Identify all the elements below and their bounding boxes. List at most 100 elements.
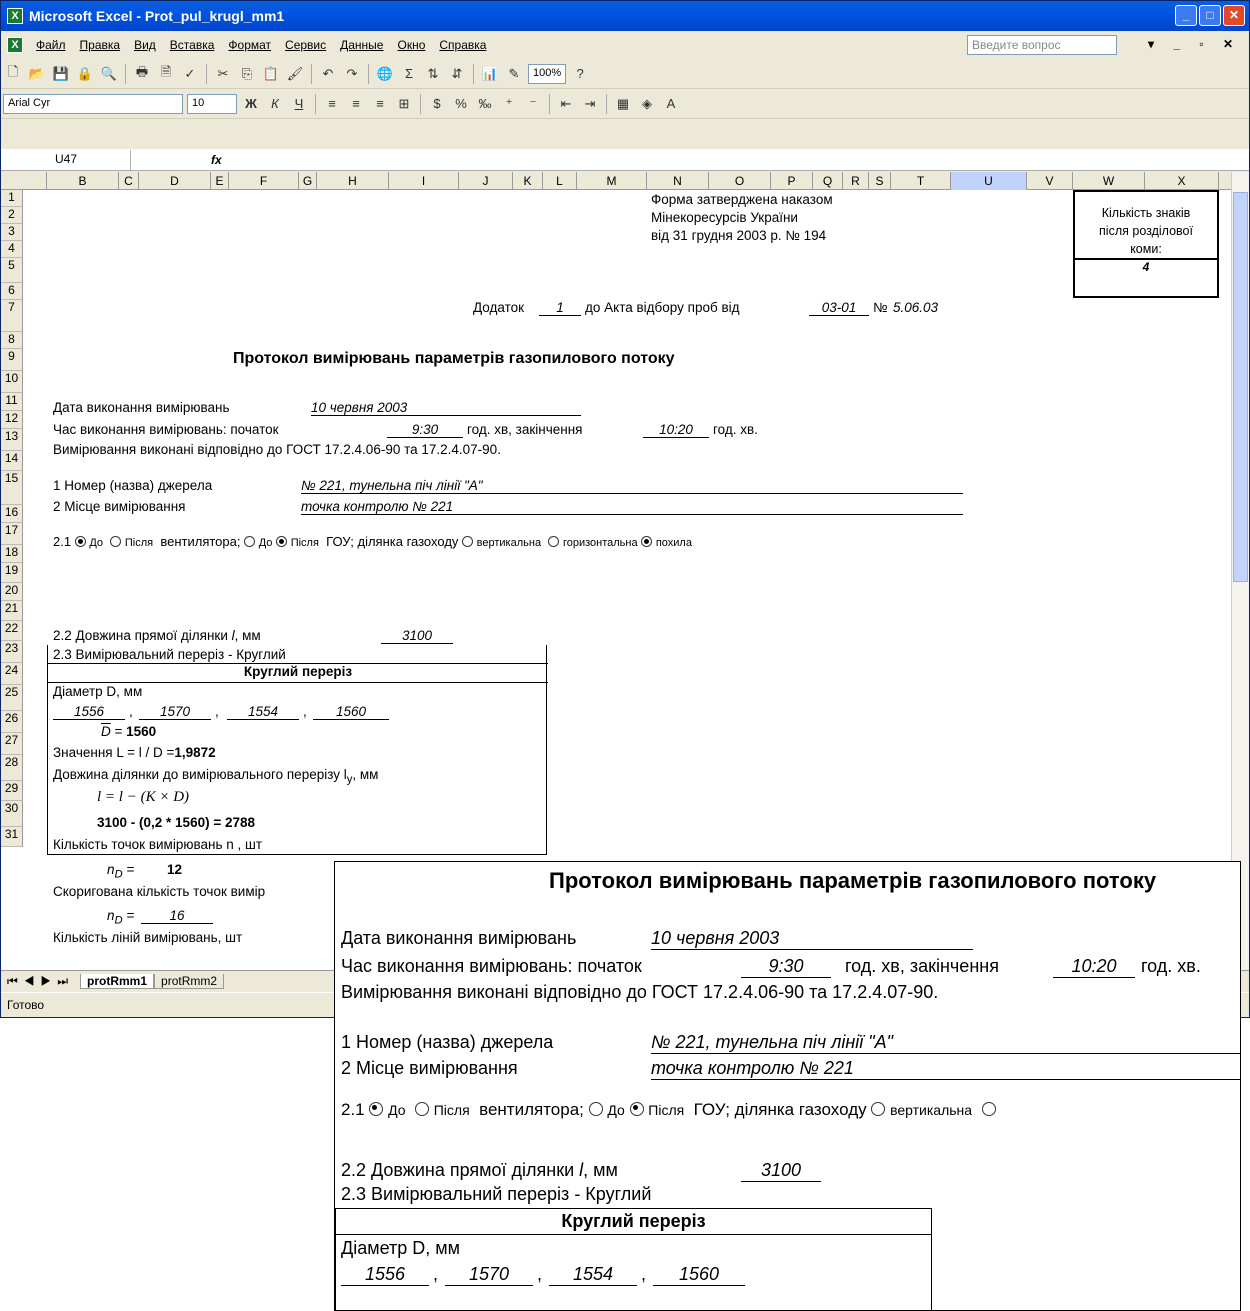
chart-icon[interactable]: 📊 [480,64,500,84]
col-r[interactable]: R [843,172,869,190]
paste-icon[interactable]: 📋 [261,64,281,84]
row-header[interactable]: 11 [1,393,23,411]
col-s[interactable]: S [869,172,891,190]
source-value[interactable]: № 221, тунельна піч лінії "А" [301,478,963,494]
row-header[interactable]: 9 [1,349,23,371]
fx-icon[interactable]: fx [211,153,222,167]
name-box[interactable]: U47 [1,149,131,170]
act-date[interactable]: 03-01 [809,300,869,316]
radio-inclined[interactable] [641,536,653,547]
col-w[interactable]: W [1073,172,1145,190]
format-painter-icon[interactable]: 🖌 [285,64,305,84]
save-icon[interactable]: 💾 [51,64,71,84]
addendum-number[interactable]: 1 [539,300,581,316]
diameter-3[interactable]: 1554 [227,704,299,720]
row-header[interactable]: 3 [1,224,23,241]
ask-question-input[interactable]: Введите вопрос [967,35,1117,55]
radio-vertical[interactable] [462,536,474,547]
borders-icon[interactable]: ▦ [613,94,633,114]
tab-protrmm2[interactable]: protRmm2 [154,974,225,989]
bold-icon[interactable]: Ж [241,94,261,114]
diameter-4[interactable]: 1560 [313,704,389,720]
col-o[interactable]: O [709,172,771,190]
zoom-length-value[interactable]: 3100 [741,1160,821,1182]
menu-window[interactable]: Окно [397,38,425,52]
sort-desc-icon[interactable]: ⇵ [447,64,467,84]
hyperlink-icon[interactable]: 🌐 [375,64,395,84]
align-center-icon[interactable]: ≡ [346,94,366,114]
research-icon[interactable]: 🔍 [99,64,119,84]
currency-icon[interactable]: $ [427,94,447,114]
drawing-icon[interactable]: ✎ [504,64,524,84]
help-icon[interactable]: ? [570,64,590,84]
row-header[interactable]: 28 [1,755,23,781]
align-left-icon[interactable]: ≡ [322,94,342,114]
undo-icon[interactable]: ↶ [318,64,338,84]
row-header[interactable]: 2 [1,207,23,224]
radio-before-gou[interactable] [244,536,256,547]
length-value[interactable]: 3100 [381,628,453,644]
sort-asc-icon[interactable]: ⇅ [423,64,443,84]
size-select[interactable]: 10 [187,93,237,114]
row-header[interactable]: 4 [1,241,23,258]
row-header[interactable]: 25 [1,685,23,711]
permission-icon[interactable]: 🔒 [75,64,95,84]
zoom-radio-horizontal[interactable] [981,1102,996,1116]
col-k[interactable]: K [513,172,543,190]
autosum-icon[interactable]: Σ [399,64,419,84]
thousands-icon[interactable]: ‰ [475,94,495,114]
zoom-place-value[interactable]: точка контролю № 221 [651,1058,1240,1080]
row-header[interactable]: 27 [1,733,23,755]
row-header[interactable]: 30 [1,801,23,827]
col-u[interactable]: U [951,172,1027,190]
print-preview-icon[interactable]: 🗎 [156,64,176,84]
diameter-1[interactable]: 1556 [53,704,125,720]
increase-decimal-icon[interactable]: ⁺ [499,94,519,114]
italic-icon[interactable]: К [265,94,285,114]
col-j[interactable]: J [459,172,513,190]
menu-insert[interactable]: Вставка [170,38,215,52]
row-header[interactable]: 23 [1,641,23,663]
row-header[interactable]: 5 [1,258,23,283]
tab-nav-buttons[interactable]: ⏮◀▶⏭ [7,974,74,989]
act-no-value[interactable]: 5.06.03 [893,300,938,315]
menu-data[interactable]: Данные [340,38,383,52]
zoom-diameter-2[interactable]: 1570 [445,1264,533,1286]
copy-icon[interactable]: ⎘ [237,64,257,84]
col-i[interactable]: I [389,172,459,190]
vertical-scrollbar[interactable] [1231,172,1249,972]
col-c[interactable]: C [119,172,139,190]
row-header[interactable]: 18 [1,545,23,563]
col-x[interactable]: X [1145,172,1219,190]
col-l[interactable]: L [543,172,577,190]
row-header[interactable]: 12 [1,411,23,429]
print-icon[interactable]: 🖶 [132,64,152,84]
col-p[interactable]: P [771,172,813,190]
row-header[interactable]: 17 [1,523,23,545]
zoom-select[interactable]: 100% [528,63,567,84]
menu-edit[interactable]: Правка [80,38,121,52]
menu-tools[interactable]: Сервис [285,38,326,52]
col-t[interactable]: T [891,172,951,190]
zoom-diameter-4[interactable]: 1560 [653,1264,745,1286]
font-color-icon[interactable]: A [661,94,681,114]
decrease-decimal-icon[interactable]: ⁻ [523,94,543,114]
col-b[interactable]: B [47,172,119,190]
merge-icon[interactable]: ⊞ [394,94,414,114]
date-value[interactable]: 10 червня 2003 [311,400,581,416]
row-header[interactable]: 22 [1,621,23,641]
row-header[interactable]: 7 [1,300,23,332]
outdent-icon[interactable]: ⇤ [556,94,576,114]
col-g[interactable]: G [299,172,317,190]
row-header[interactable]: 16 [1,505,23,523]
zoom-radio-before-fan[interactable] [369,1102,384,1116]
zoom-radio-after-gou[interactable] [629,1102,644,1116]
row-header[interactable]: 20 [1,583,23,601]
radio-before-fan[interactable] [74,536,86,547]
radio-horizontal[interactable] [548,536,560,547]
maximize-button[interactable]: □ [1199,5,1221,26]
radio-after-fan[interactable] [110,536,122,547]
percent-icon[interactable]: % [451,94,471,114]
mdi-controls[interactable]: ▾ _ ▫ ✕ [1148,37,1241,51]
row-header[interactable]: 8 [1,332,23,349]
